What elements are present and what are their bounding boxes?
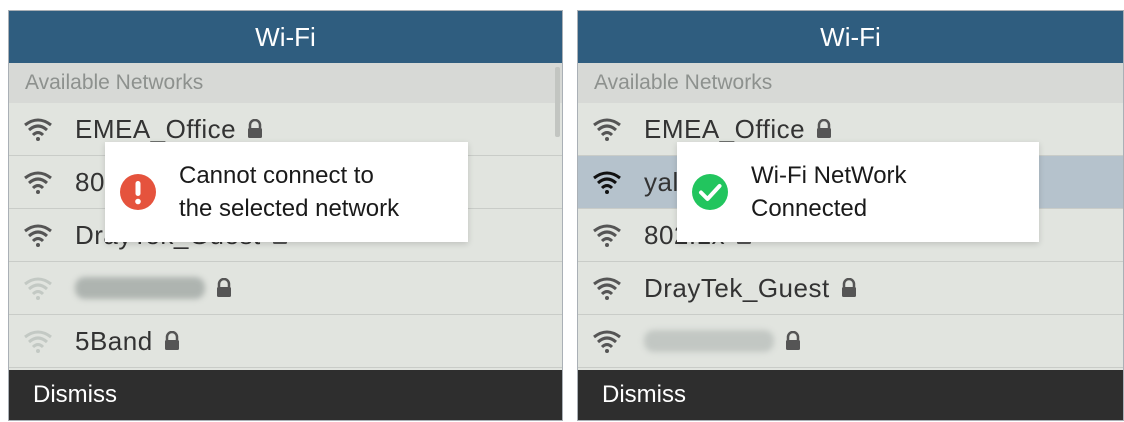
wifi-signal-icon xyxy=(593,330,621,353)
title-bar: Wi-Fi xyxy=(9,11,562,63)
wifi-screen-failed: Wi-Fi Available Networks EMEA_Office 80 … xyxy=(8,10,563,421)
network-ssid: EMEA_Office xyxy=(644,113,806,144)
network-row[interactable]: DrayTek_Guest xyxy=(578,262,1123,315)
lock-icon xyxy=(786,331,800,350)
section-header: Available Networks xyxy=(9,63,562,103)
toast-line-1: Wi-Fi NetWork xyxy=(751,162,907,189)
wifi-signal-icon xyxy=(593,171,621,194)
lock-icon xyxy=(217,278,231,297)
wifi-signal-icon xyxy=(24,171,52,194)
toast-line-1: Cannot connect to xyxy=(179,162,374,189)
lock-icon xyxy=(164,331,179,350)
network-ssid: DrayTek_Guest xyxy=(644,272,830,303)
lock-icon xyxy=(841,278,856,297)
redacted-ssid xyxy=(75,277,205,299)
dismiss-label: Dismiss xyxy=(602,381,686,408)
connection-success-toast: Wi-Fi NetWork Connected xyxy=(677,142,1039,242)
dismiss-button[interactable]: Dismiss xyxy=(9,370,562,420)
connection-failed-toast: Cannot connect to the selected network xyxy=(105,142,468,242)
toast-message: Wi-Fi NetWork Connected xyxy=(751,159,907,225)
network-row[interactable]: 5Band xyxy=(9,315,562,368)
success-check-icon xyxy=(692,174,728,210)
wifi-signal-icon xyxy=(593,277,621,300)
wifi-signal-icon xyxy=(24,118,52,141)
network-row[interactable] xyxy=(9,262,562,315)
dismiss-label: Dismiss xyxy=(33,381,117,408)
section-header: Available Networks xyxy=(578,63,1123,103)
wifi-signal-icon xyxy=(593,118,621,141)
toast-line-2: the selected network xyxy=(179,195,400,222)
network-row[interactable] xyxy=(578,315,1123,368)
toast-message: Cannot connect to the selected network xyxy=(179,159,399,225)
lock-icon xyxy=(248,119,263,138)
wifi-signal-icon xyxy=(24,330,52,353)
error-icon xyxy=(120,174,156,210)
wifi-signal-icon xyxy=(24,277,52,300)
screen-title: Wi-Fi xyxy=(255,22,316,52)
toast-line-2: Connected xyxy=(751,195,868,222)
section-label: Available Networks xyxy=(25,71,204,94)
screen-title: Wi-Fi xyxy=(820,22,881,52)
wifi-signal-icon xyxy=(24,224,52,247)
network-ssid: yal xyxy=(644,166,679,197)
title-bar: Wi-Fi xyxy=(578,11,1123,63)
lock-icon xyxy=(817,119,832,138)
network-ssid: EMEA_Office xyxy=(75,113,237,144)
network-ssid: 5Band xyxy=(75,325,153,356)
wifi-signal-icon xyxy=(593,224,621,247)
dismiss-button[interactable]: Dismiss xyxy=(578,370,1123,420)
redacted-ssid xyxy=(644,330,774,352)
wifi-screen-connected: Wi-Fi Available Networks EMEA_Office yal… xyxy=(577,10,1124,421)
section-label: Available Networks xyxy=(594,71,773,94)
network-ssid: 80 xyxy=(75,166,105,197)
